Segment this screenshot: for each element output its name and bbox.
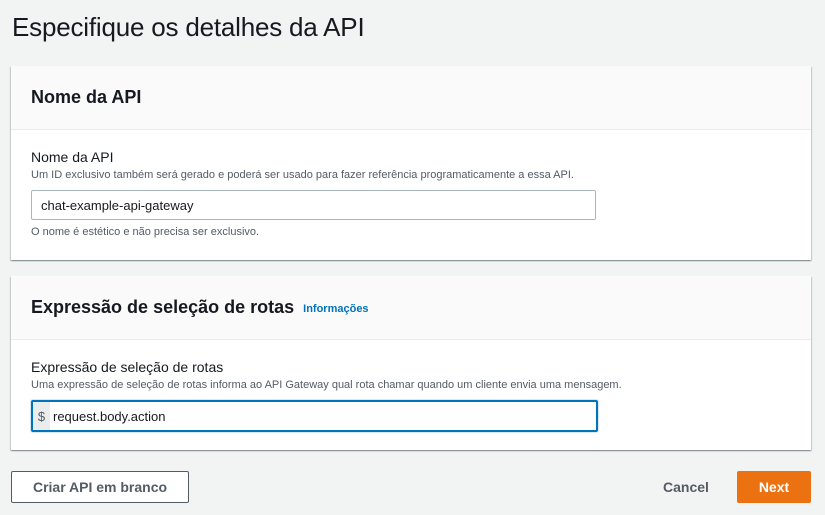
api-name-panel-title: Nome da API <box>31 87 142 107</box>
api-name-panel: Nome da API Nome da API Um ID exclusivo … <box>11 66 811 260</box>
api-name-description: Um ID exclusivo também será gerado e pod… <box>31 169 574 181</box>
api-name-hint: O nome é estético e não precisa ser excl… <box>31 226 260 238</box>
route-selection-panel-header: Expressão de seleção de rotas Informaçõe… <box>11 276 811 340</box>
next-button[interactable]: Next <box>737 471 811 503</box>
api-name-label: Nome da API <box>31 149 114 165</box>
cancel-button[interactable]: Cancel <box>650 471 722 503</box>
route-selection-panel: Expressão de seleção de rotas Informaçõe… <box>11 276 811 450</box>
api-name-panel-header: Nome da API <box>11 66 811 130</box>
dollar-prefix: $ <box>33 402 50 430</box>
create-blank-api-button[interactable]: Criar API em branco <box>11 471 189 503</box>
route-selection-description: Uma expressão de seleção de rotas inform… <box>31 379 622 391</box>
route-selection-input-group: $ <box>31 400 598 432</box>
api-name-input[interactable] <box>31 190 596 220</box>
route-selection-panel-body: Expressão de seleção de rotas Uma expres… <box>11 340 811 432</box>
route-selection-label: Expressão de seleção de rotas <box>31 359 224 375</box>
info-link[interactable]: Informações <box>303 303 368 315</box>
api-name-panel-body: Nome da API Um ID exclusivo também será … <box>11 130 811 238</box>
page-title: Especifique os detalhes da API <box>12 12 365 42</box>
route-selection-input[interactable] <box>50 402 596 430</box>
route-selection-panel-title: Expressão de seleção de rotas <box>31 297 295 317</box>
